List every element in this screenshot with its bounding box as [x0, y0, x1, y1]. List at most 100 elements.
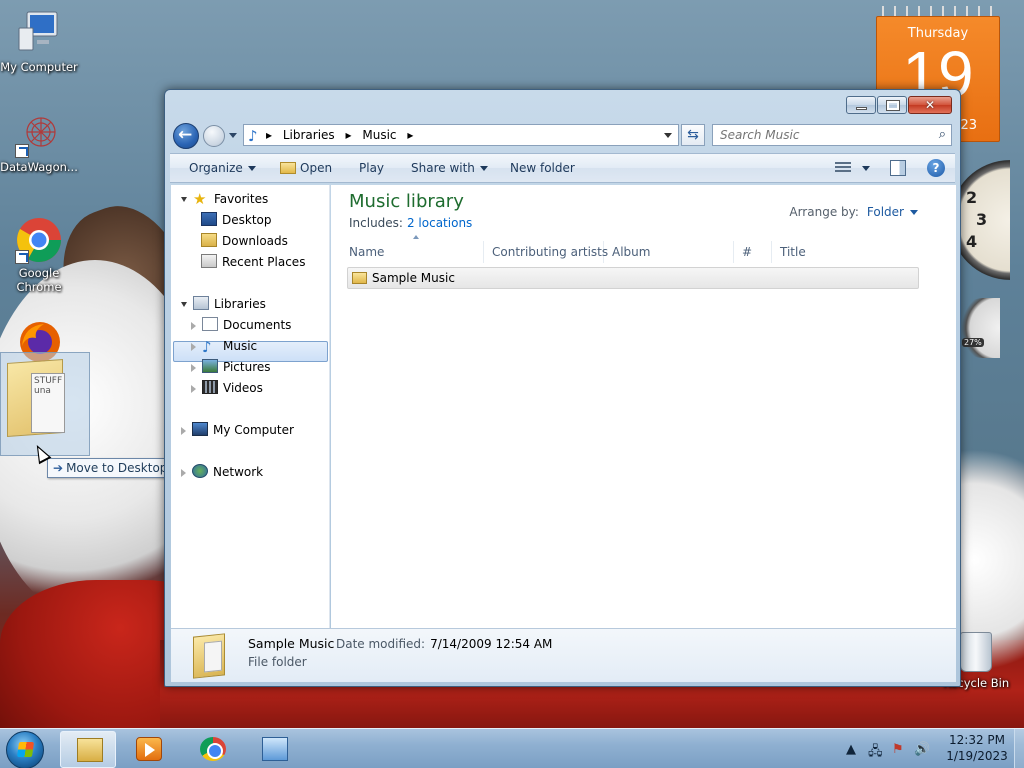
column-header-number[interactable]: #: [734, 241, 772, 263]
chevron-down-icon[interactable]: [910, 210, 918, 215]
desktop-icon-datawagon[interactable]: DataWagon...: [0, 110, 78, 174]
taskbar-clock[interactable]: 12:32 PM 1/19/2023: [940, 732, 1014, 764]
explorer-icon: [77, 738, 103, 762]
maximize-button[interactable]: [877, 96, 907, 114]
nav-item-downloads[interactable]: Downloads: [201, 231, 288, 251]
folder-icon: [352, 272, 367, 284]
details-item-name: Sample Music: [248, 636, 335, 651]
view-options-dropdown-icon[interactable]: [862, 166, 870, 171]
nav-item-my-computer[interactable]: My Computer: [181, 420, 294, 440]
action-center-flag-icon[interactable]: ⚑: [892, 742, 904, 757]
search-input[interactable]: [713, 125, 923, 145]
music-note-icon: ♪: [202, 338, 212, 356]
minimize-button[interactable]: [846, 96, 876, 114]
command-bar: Organize Open Play Share with New folder…: [170, 153, 955, 183]
taskbar-button-explorer[interactable]: [60, 731, 116, 768]
organize-button[interactable]: Organize: [189, 161, 256, 175]
address-dropdown-icon[interactable]: [664, 133, 672, 138]
nav-item-music[interactable]: ♪ Music: [191, 336, 257, 356]
nav-item-recent-places[interactable]: Recent Places: [201, 252, 305, 272]
locations-link[interactable]: 2 locations: [407, 216, 472, 230]
media-player-icon: [136, 737, 162, 761]
forward-button[interactable]: [203, 125, 225, 147]
search-box[interactable]: ⌕: [712, 124, 952, 146]
clock-time: 12:32 PM: [949, 733, 1005, 747]
list-item[interactable]: Sample Music: [347, 267, 919, 289]
taskbar-button-chrome[interactable]: [184, 731, 240, 768]
collapse-arrow-icon[interactable]: [191, 384, 196, 393]
nav-item-label: Downloads: [222, 234, 288, 248]
desktop-icon-google-chrome[interactable]: Google Chrome: [0, 216, 78, 294]
new-folder-button[interactable]: New folder: [510, 161, 575, 175]
breadcrumb-separator-icon[interactable]: ▸: [407, 128, 413, 142]
network-tray-icon[interactable]: 🖧: [868, 742, 883, 764]
taskbar-button-network-app[interactable]: [246, 731, 302, 768]
address-bar[interactable]: ♪ ▸ Libraries ▸ Music ▸: [243, 124, 679, 146]
nav-item-label: Recent Places: [222, 255, 306, 269]
collapse-arrow-icon[interactable]: [181, 468, 186, 477]
show-desktop-button[interactable]: [1014, 729, 1024, 768]
close-button[interactable]: ✕: [908, 96, 952, 114]
nav-item-libraries[interactable]: Libraries: [181, 294, 266, 314]
breadcrumb-separator-icon[interactable]: ▸: [266, 128, 272, 142]
music-note-icon: ♪: [248, 127, 258, 145]
dragged-paper: STUFF una: [31, 373, 65, 433]
column-header-album[interactable]: Album: [604, 241, 734, 263]
nav-item-videos[interactable]: Videos: [191, 378, 263, 398]
nav-item-label: Favorites: [214, 192, 269, 206]
nav-item-label: Videos: [223, 381, 263, 395]
preview-pane-icon[interactable]: [890, 160, 906, 176]
arrange-by: Arrange by: Folder: [789, 205, 918, 219]
back-button[interactable]: [173, 123, 199, 149]
desktop-icon-my-computer[interactable]: My Computer: [0, 10, 78, 74]
change-view-icon[interactable]: [835, 162, 851, 174]
expand-arrow-icon[interactable]: [181, 302, 187, 307]
column-header-title[interactable]: Title: [772, 241, 932, 263]
collapse-arrow-icon[interactable]: [191, 321, 196, 330]
share-with-label: Share with: [411, 161, 475, 175]
start-button[interactable]: [6, 731, 44, 768]
breadcrumb-separator-icon[interactable]: ▸: [346, 128, 352, 142]
nav-item-desktop[interactable]: Desktop: [201, 210, 272, 230]
collapse-arrow-icon[interactable]: [191, 342, 196, 351]
star-icon: ★: [193, 190, 207, 208]
recent-places-icon: [201, 254, 217, 268]
documents-icon: [202, 317, 218, 331]
taskbar: ▲ 🖧 ⚑ 🔊 12:32 PM 1/19/2023: [0, 728, 1024, 768]
nav-item-network[interactable]: Network: [181, 462, 263, 482]
drag-tooltip: ➔ Move to Desktop: [47, 458, 174, 478]
help-icon[interactable]: ?: [927, 159, 945, 177]
play-button[interactable]: Play: [359, 161, 384, 175]
share-with-button[interactable]: Share with: [411, 161, 488, 175]
desktop-icon-label: DataWagon...: [0, 160, 78, 174]
computer-icon: [15, 10, 63, 58]
refresh-button[interactable]: ⇆: [681, 124, 705, 146]
breadcrumb-item-music[interactable]: Music: [362, 128, 396, 142]
recent-pages-dropdown-icon[interactable]: [229, 133, 237, 138]
network-app-icon: [262, 737, 288, 761]
nav-item-favorites[interactable]: ★ Favorites: [181, 189, 268, 209]
column-header-name[interactable]: Name: [341, 235, 484, 263]
nav-item-pictures[interactable]: Pictures: [191, 357, 271, 377]
collapse-arrow-icon[interactable]: [181, 426, 186, 435]
move-arrow-icon: ➔: [53, 461, 64, 475]
breadcrumb-item-libraries[interactable]: Libraries: [283, 128, 335, 142]
system-tray: ▲ 🖧 ⚑ 🔊: [842, 731, 942, 767]
navigation-row: ♪ ▸ Libraries ▸ Music ▸ ⇆ ⌕: [171, 120, 956, 150]
explorer-window[interactable]: ✕ ♪ ▸ Libraries ▸ Music ▸ ⇆ ⌕ Organize O…: [164, 89, 961, 687]
arrange-by-dropdown[interactable]: Folder: [867, 205, 904, 219]
taskbar-button-media-player[interactable]: [120, 731, 176, 768]
date-modified-label: Date modified:: [336, 637, 426, 651]
show-hidden-icons-icon[interactable]: ▲: [846, 742, 856, 757]
details-date-modified: Date modified: 7/14/2009 12:54 AM: [336, 637, 552, 651]
search-icon[interactable]: ⌕: [939, 127, 946, 142]
nav-item-label: Music: [223, 339, 258, 353]
collapse-arrow-icon[interactable]: [191, 363, 196, 372]
column-header-contributing-artists[interactable]: Contributing artists: [484, 241, 608, 263]
expand-arrow-icon[interactable]: [181, 197, 187, 202]
drag-ghost: STUFF una: [0, 352, 90, 456]
open-button[interactable]: Open: [280, 161, 332, 175]
nav-item-documents[interactable]: Documents: [191, 315, 291, 335]
includes-label: Includes:: [349, 216, 403, 230]
volume-icon[interactable]: 🔊: [914, 742, 930, 757]
